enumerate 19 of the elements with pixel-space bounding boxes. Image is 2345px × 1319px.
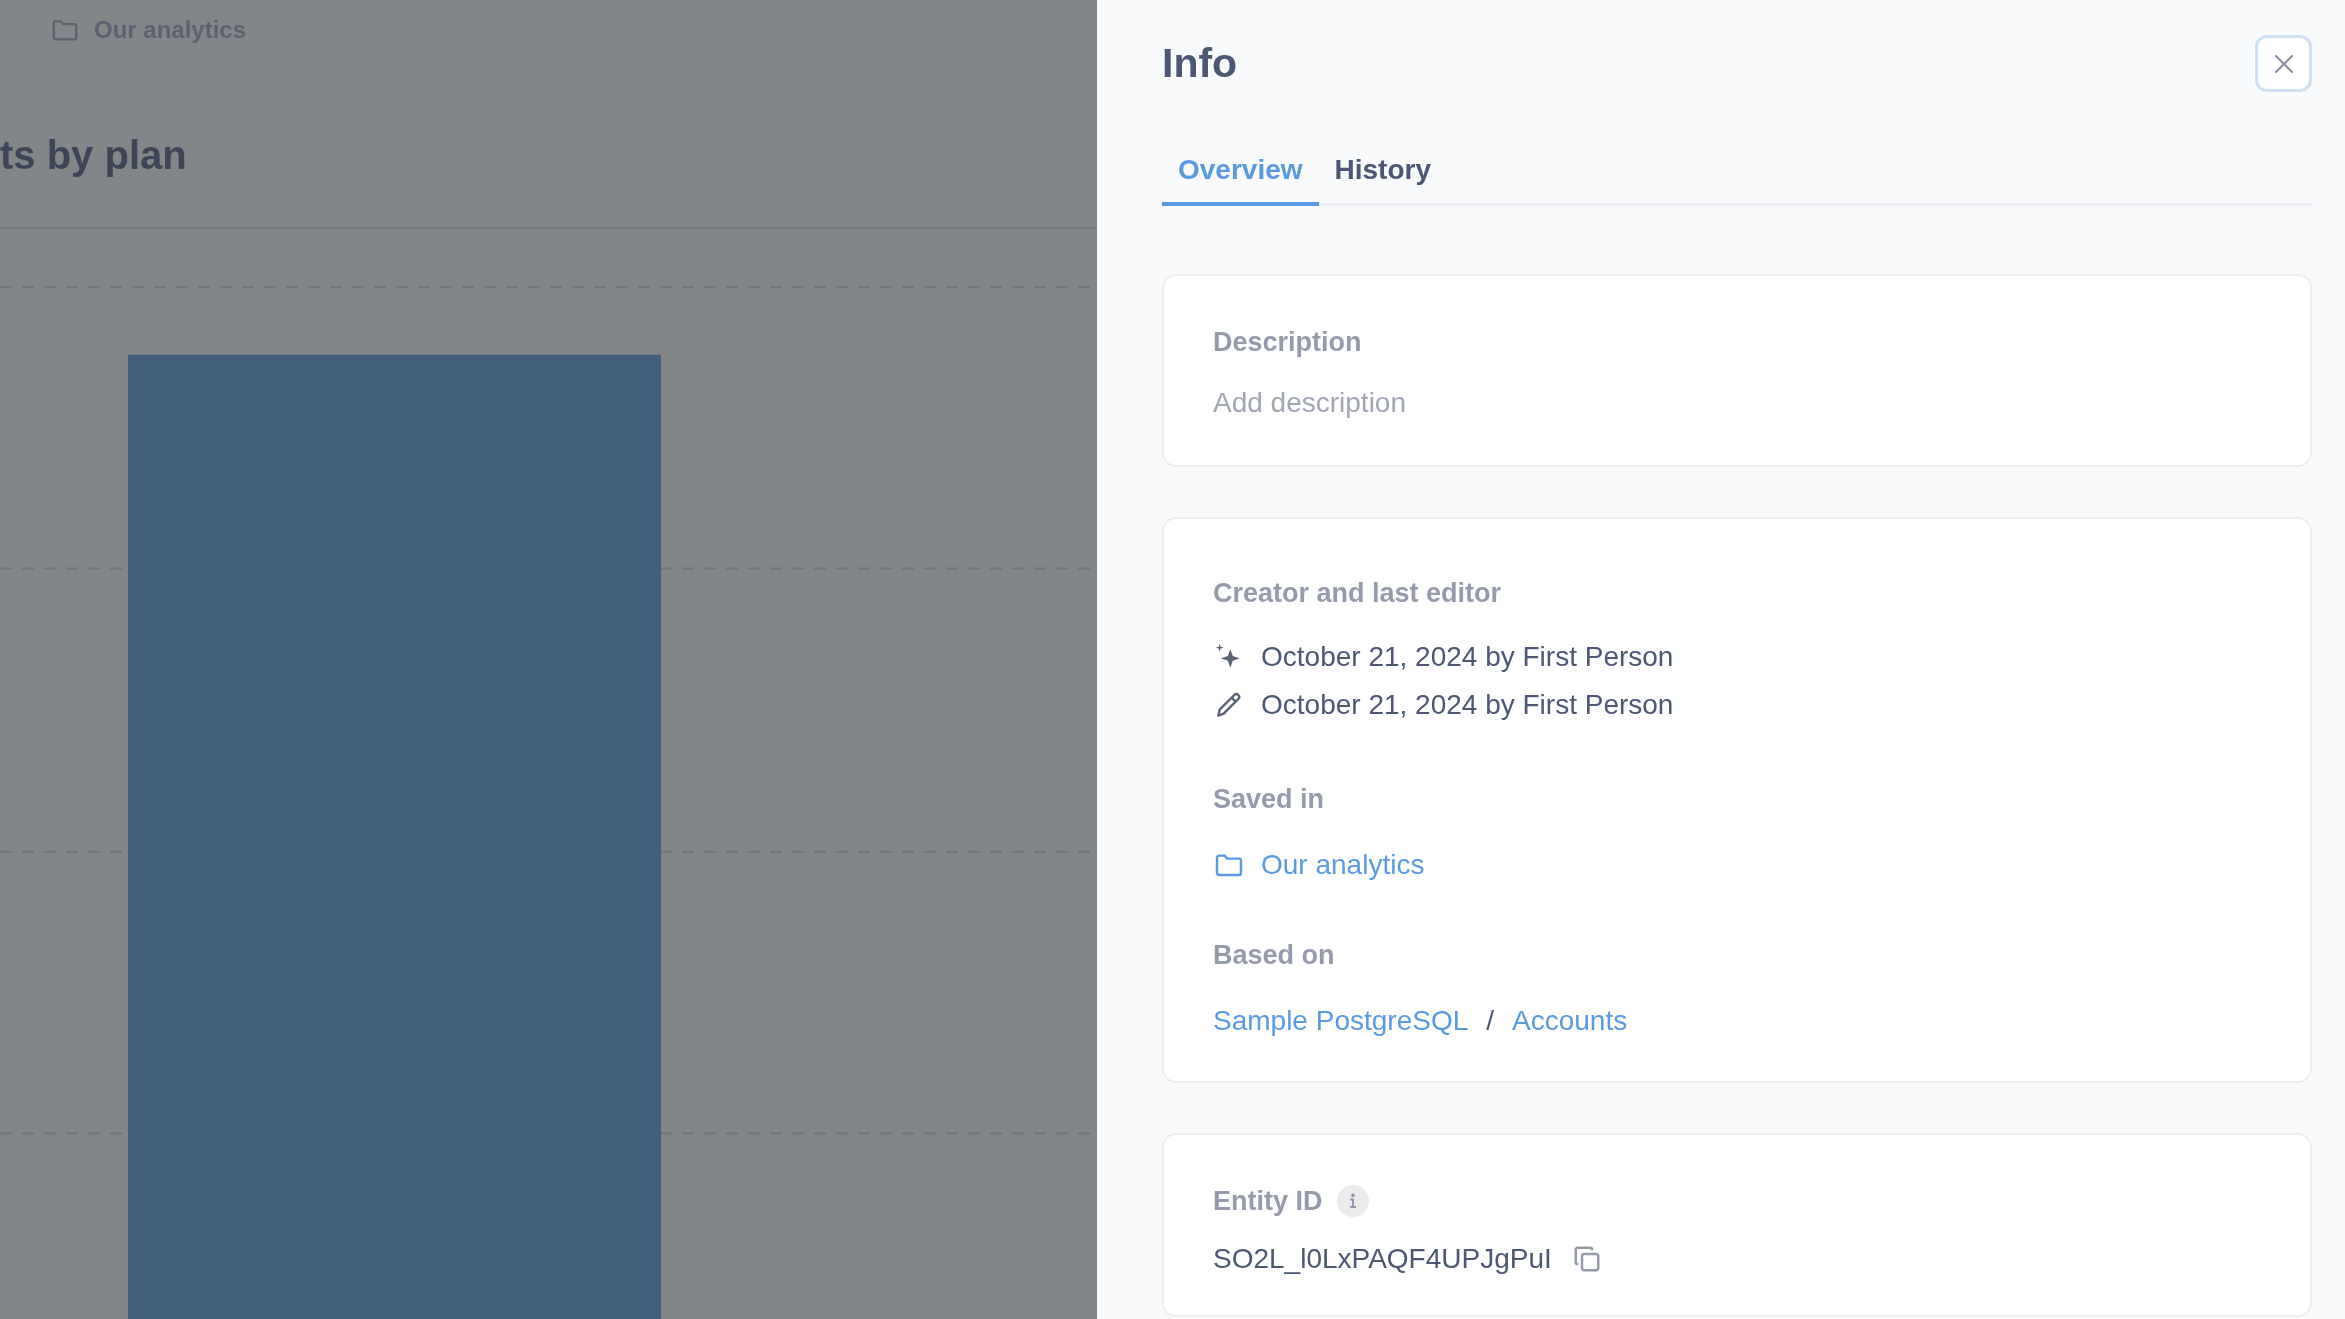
section-heading: Based on	[1213, 939, 1336, 972]
collection-link[interactable]: Our analytics	[1261, 849, 1425, 881]
section-heading: Description	[1213, 326, 1363, 359]
info-icon[interactable]	[1336, 1185, 1369, 1217]
source-link[interactable]: Accounts	[1512, 1005, 1628, 1037]
panel-title: Info	[1162, 40, 1238, 87]
description-field[interactable]: Add description	[1213, 385, 2261, 421]
entity-id-value: SO2L_l0LxPAQF4UPJgPuI	[1213, 1243, 1552, 1275]
event-text: October 21, 2024 by First Person	[1261, 689, 1674, 721]
path-separator: /	[1486, 1005, 1495, 1037]
tab[interactable]: Overview	[1162, 142, 1319, 206]
section-heading: Saved in	[1213, 783, 1326, 816]
tab[interactable]: History	[1318, 142, 1447, 206]
event-text: October 21, 2024 by First Person	[1261, 641, 1674, 673]
section-heading: Entity ID	[1213, 1185, 1323, 1218]
close-button[interactable]	[2255, 35, 2312, 92]
section-heading: Creator and last editor	[1213, 577, 1503, 610]
question-title: ts by plan	[0, 132, 188, 179]
source-link[interactable]: Sample PostgreSQL	[1213, 1005, 1469, 1037]
